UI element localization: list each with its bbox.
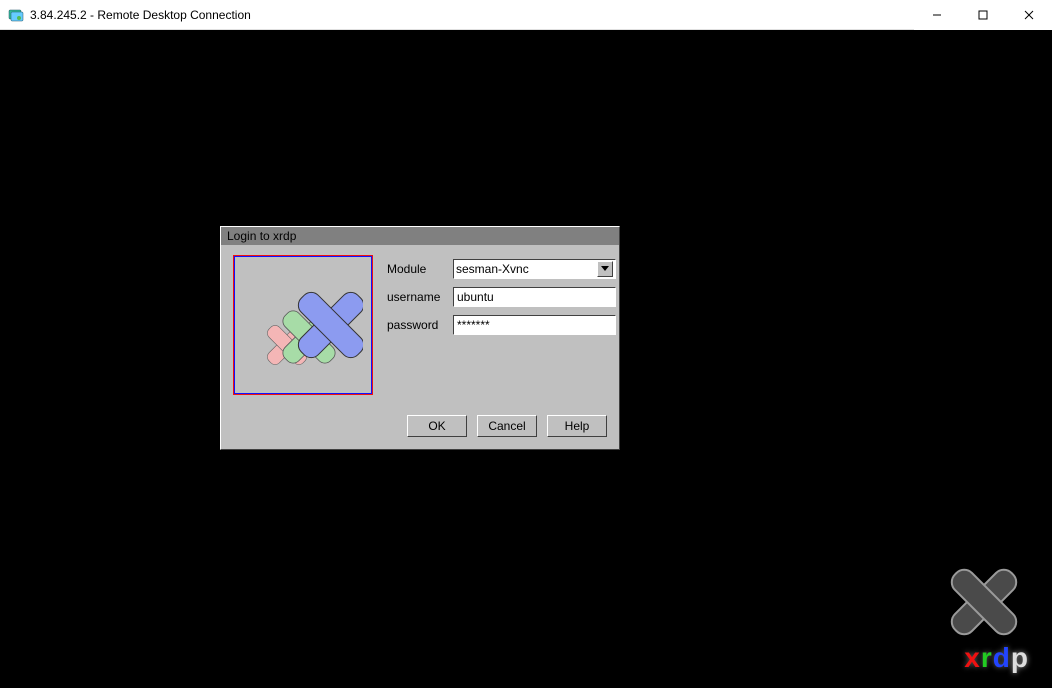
- username-label: username: [387, 290, 453, 304]
- module-label: Module: [387, 262, 453, 276]
- rdp-app-icon: [8, 7, 24, 23]
- close-button[interactable]: [1006, 0, 1052, 30]
- xrdp-watermark-text: xrdp: [964, 642, 1028, 674]
- password-label: password: [387, 318, 453, 332]
- cancel-button[interactable]: Cancel: [477, 415, 537, 437]
- minimize-button[interactable]: [914, 0, 960, 30]
- module-selected-value: sesman-Xvnc: [456, 262, 597, 276]
- ok-button[interactable]: OK: [407, 415, 467, 437]
- module-select[interactable]: sesman-Xvnc: [453, 259, 616, 279]
- login-dialog: Login to xrdp: [220, 226, 620, 450]
- dropdown-arrow-icon: [597, 261, 613, 277]
- window-title: 3.84.245.2 - Remote Desktop Connection: [30, 8, 914, 22]
- xrdp-x-icon: [243, 265, 363, 385]
- maximize-button[interactable]: [960, 0, 1006, 30]
- help-button[interactable]: Help: [547, 415, 607, 437]
- xrdp-logo-box: [233, 255, 373, 395]
- xrdp-watermark: xrdp: [934, 552, 1034, 674]
- password-input[interactable]: [453, 315, 616, 335]
- username-input[interactable]: [453, 287, 616, 307]
- remote-desktop-surface: Login to xrdp: [0, 30, 1052, 688]
- window-titlebar: 3.84.245.2 - Remote Desktop Connection: [0, 0, 1052, 30]
- xrdp-watermark-x-icon: [934, 552, 1034, 652]
- dialog-title: Login to xrdp: [221, 227, 619, 245]
